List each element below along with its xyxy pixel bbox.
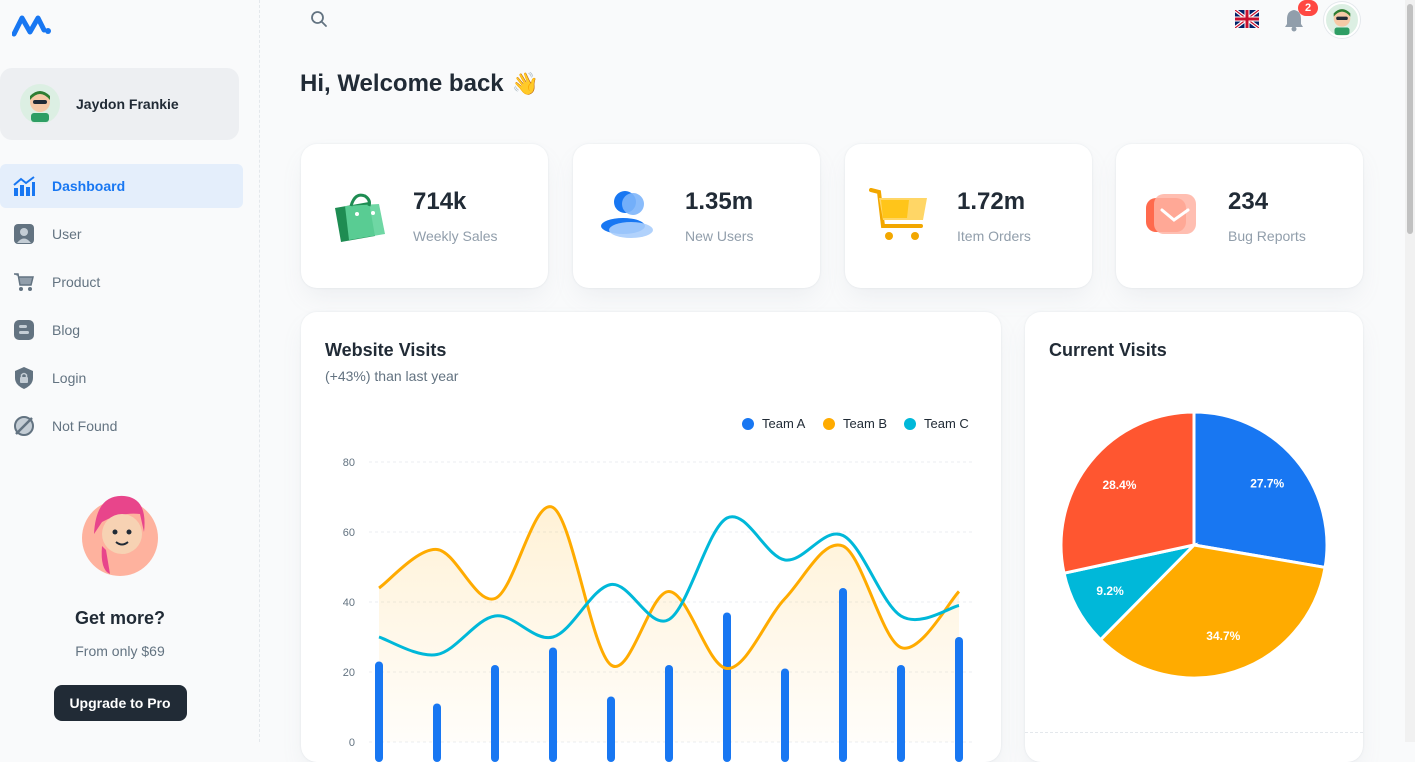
sidebar-item-not-found[interactable]: Not Found <box>0 404 243 448</box>
users-icon <box>597 188 661 244</box>
avatar <box>20 84 60 124</box>
sidebar-item-user[interactable]: User <box>0 212 243 256</box>
pie-slice-label: 27.7% <box>1250 476 1284 490</box>
stat-value: 234 <box>1228 188 1268 216</box>
stat-value: 714k <box>413 188 466 216</box>
sidebar-item-label: Login <box>52 370 86 386</box>
user-icon <box>12 222 36 246</box>
sidebar-item-label: User <box>52 226 82 242</box>
blog-icon <box>12 318 36 342</box>
sidebar-item-label: Dashboard <box>52 178 125 194</box>
team-a-bar <box>723 613 731 762</box>
account-card[interactable]: Jaydon Frankie <box>0 68 239 140</box>
stat-label: Weekly Sales <box>413 228 498 244</box>
team-a-bar <box>665 665 673 762</box>
team-a-bar <box>375 662 383 762</box>
team-a-bar <box>839 588 847 762</box>
mail-icon <box>1140 188 1204 244</box>
team-a-bar <box>433 704 441 762</box>
pie-slice-label: 9.2% <box>1096 584 1124 598</box>
search-icon[interactable] <box>310 10 328 28</box>
sidebar-item-login[interactable]: Login <box>0 356 243 400</box>
promo-illustration <box>80 490 160 580</box>
promo-title: Get more? <box>0 608 240 629</box>
notification-badge: 2 <box>1298 0 1318 16</box>
website-visits-card: Website Visits (+43%) than last year Tea… <box>301 312 1001 762</box>
y-tick-label: 40 <box>343 597 355 609</box>
logo-icon[interactable] <box>12 12 52 38</box>
dashboard-icon <box>12 174 36 198</box>
lock-icon <box>12 366 36 390</box>
upgrade-button[interactable]: Upgrade to Pro <box>54 685 187 721</box>
greeting-text: Hi, Welcome back <box>300 70 504 98</box>
team-a-bar <box>607 697 615 762</box>
not-found-icon <box>12 414 36 438</box>
page-title: Hi, Welcome back 👋 <box>300 70 539 98</box>
stat-label: Item Orders <box>957 228 1031 244</box>
stat-card-item-orders: 1.72m Item Orders <box>845 144 1092 288</box>
y-tick-label: 0 <box>349 737 355 749</box>
y-tick-label: 60 <box>343 527 355 539</box>
sidebar-item-label: Product <box>52 274 100 290</box>
account-name: Jaydon Frankie <box>76 96 179 112</box>
shopping-cart-icon <box>869 188 933 244</box>
sidebar-item-dashboard[interactable]: Dashboard <box>0 164 243 208</box>
y-tick-label: 20 <box>343 667 355 679</box>
y-tick-label: 80 <box>343 457 355 469</box>
sidebar-item-label: Blog <box>52 322 80 338</box>
stat-value: 1.72m <box>957 188 1025 216</box>
divider <box>1025 732 1363 733</box>
sidebar-nav: Dashboard User Product Blog Login <box>0 164 243 452</box>
scrollbar[interactable] <box>1405 0 1415 742</box>
team-a-bar <box>955 637 963 762</box>
team-a-bar <box>781 669 789 762</box>
stat-value: 1.35m <box>685 188 753 216</box>
current-visits-card: Current Visits 27.7%34.7%9.2%28.4% <box>1025 312 1363 762</box>
wave-emoji: 👋 <box>512 71 539 97</box>
stat-card-weekly-sales: 714k Weekly Sales <box>301 144 548 288</box>
stat-label: Bug Reports <box>1228 228 1306 244</box>
pie-slice <box>1061 412 1194 573</box>
stat-card-new-users: 1.35m New Users <box>573 144 820 288</box>
sidebar-item-label: Not Found <box>52 418 117 434</box>
sidebar-item-blog[interactable]: Blog <box>0 308 243 352</box>
topbar: 2 <box>260 0 1401 44</box>
stat-label: New Users <box>685 228 753 244</box>
team-a-bar <box>491 665 499 762</box>
upgrade-promo: Get more? From only $69 Upgrade to Pro <box>0 490 240 721</box>
current-visits-pie-chart: 27.7% 34.7% 9.2% 28.4% <box>1025 312 1363 762</box>
pie-slice-label: 28.4% <box>1102 478 1136 492</box>
website-visits-chart: 80 60 40 20 0 <box>301 312 1001 762</box>
pie-slice-label: 34.7% <box>1206 629 1240 643</box>
avatar[interactable] <box>1324 2 1360 38</box>
uk-flag-icon[interactable] <box>1235 10 1259 28</box>
sidebar: Jaydon Frankie Dashboard User Product Bl… <box>0 0 260 742</box>
sidebar-item-product[interactable]: Product <box>0 260 243 304</box>
team-a-bar <box>549 648 557 762</box>
promo-subtitle: From only $69 <box>0 643 240 659</box>
shopping-bag-icon <box>325 188 389 244</box>
scrollbar-thumb[interactable] <box>1407 4 1413 234</box>
cart-icon <box>12 270 36 294</box>
team-a-bar <box>897 665 905 762</box>
stat-card-bug-reports: 234 Bug Reports <box>1116 144 1363 288</box>
